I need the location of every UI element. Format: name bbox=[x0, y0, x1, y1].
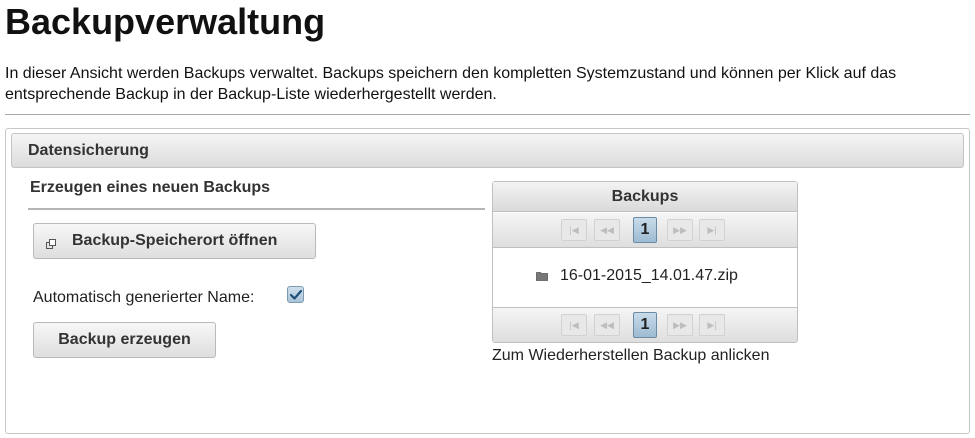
panel-header: Datensicherung bbox=[11, 133, 964, 168]
current-page-button[interactable]: 1 bbox=[633, 312, 657, 338]
checkmark-icon bbox=[289, 289, 303, 300]
next-page-icon[interactable]: ▶▶ bbox=[667, 314, 693, 336]
panel-header-title: Datensicherung bbox=[28, 142, 149, 159]
folder-icon bbox=[536, 272, 548, 281]
pager-top: |◀ ◀◀ 1 ▶▶ ▶| bbox=[493, 213, 797, 248]
open-backup-location-button[interactable]: Backup-Speicherort öffnen bbox=[33, 223, 316, 259]
external-link-icon bbox=[46, 236, 56, 249]
current-page-button[interactable]: 1 bbox=[633, 217, 657, 243]
next-page-icon[interactable]: ▶▶ bbox=[667, 219, 693, 241]
auto-name-checkbox[interactable] bbox=[287, 286, 304, 303]
section-divider bbox=[28, 208, 485, 210]
backup-panel: Datensicherung Erzeugen eines neuen Back… bbox=[5, 128, 970, 434]
first-page-icon[interactable]: |◀ bbox=[561, 219, 587, 241]
backups-list-title: Backups bbox=[493, 182, 797, 212]
create-section-title: Erzeugen eines neuen Backups bbox=[30, 179, 271, 196]
page-description: In dieser Ansicht werden Backups verwalt… bbox=[5, 65, 897, 103]
pager-bottom: |◀ ◀◀ 1 ▶▶ ▶| bbox=[493, 307, 797, 342]
backup-file-row[interactable]: 16-01-2015_14.01.47.zip bbox=[493, 248, 797, 307]
prev-page-icon[interactable]: ◀◀ bbox=[594, 219, 620, 241]
prev-page-icon[interactable]: ◀◀ bbox=[594, 314, 620, 336]
backups-list-panel: Backups |◀ ◀◀ 1 ▶▶ ▶| 16-01-2015_14.01.4… bbox=[492, 181, 798, 343]
first-page-icon[interactable]: |◀ bbox=[561, 314, 587, 336]
restore-hint: Zum Wiederherstellen Backup anlicken bbox=[492, 347, 770, 364]
backup-file-name[interactable]: 16-01-2015_14.01.47.zip bbox=[560, 267, 738, 285]
create-backup-button[interactable]: Backup erzeugen bbox=[33, 322, 216, 358]
last-page-icon[interactable]: ▶| bbox=[699, 314, 725, 336]
auto-name-label: Automatisch generierter Name: bbox=[33, 289, 255, 306]
title-divider bbox=[5, 114, 970, 115]
create-backup-label: Backup erzeugen bbox=[58, 331, 191, 348]
last-page-icon[interactable]: ▶| bbox=[699, 219, 725, 241]
open-backup-location-label: Backup-Speicherort öffnen bbox=[72, 232, 278, 249]
page-title: Backupverwaltung bbox=[5, 1, 326, 42]
